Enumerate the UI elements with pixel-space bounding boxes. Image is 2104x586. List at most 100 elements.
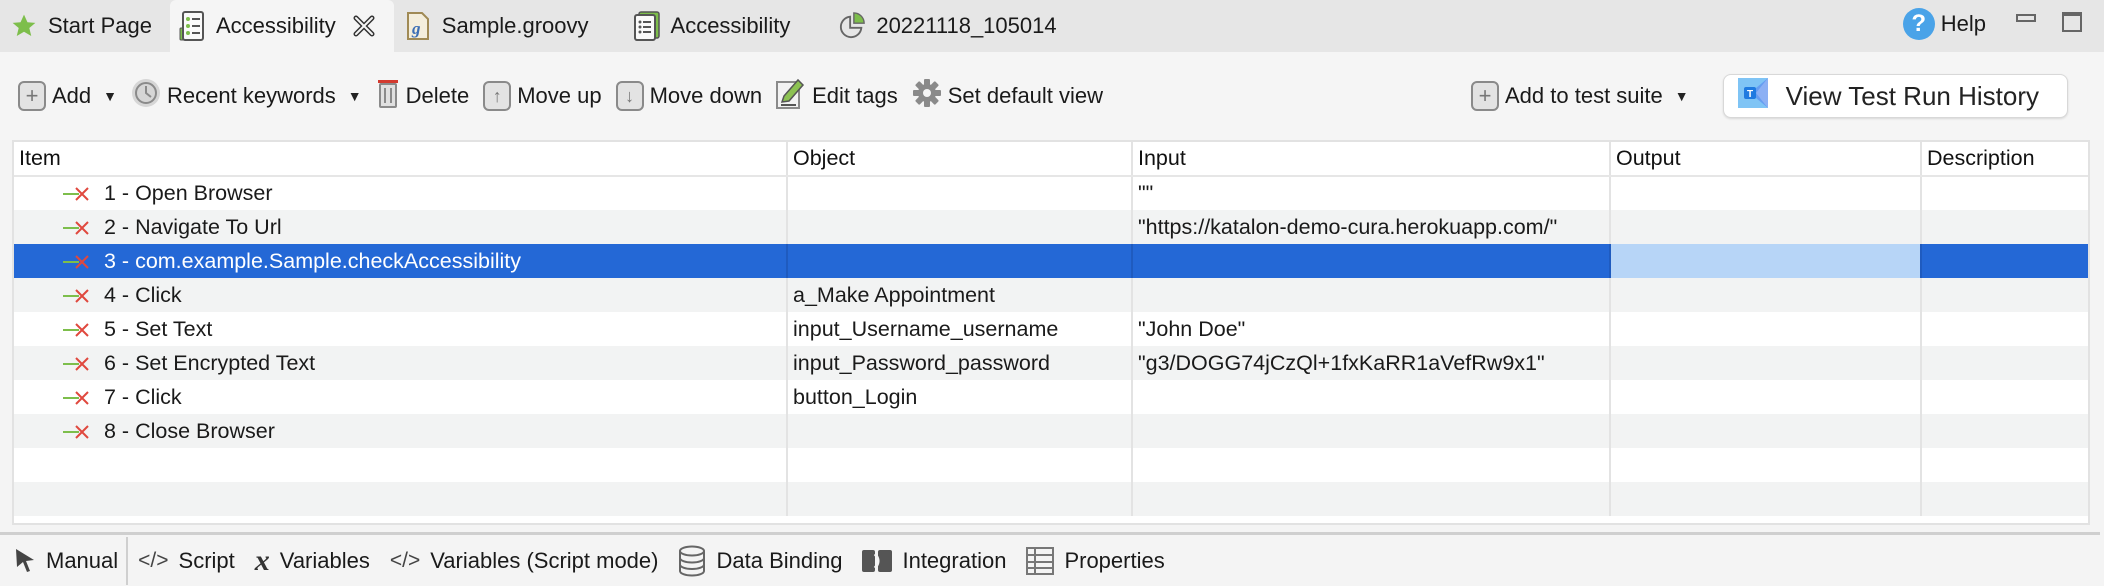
cell-input[interactable] [1131,380,1610,414]
column-header-input[interactable]: Input [1131,142,1610,177]
help-button[interactable]: ? Help [1902,0,2016,48]
tab-manual[interactable]: Manual [12,537,129,585]
tab-properties[interactable]: Properties [1016,537,1174,585]
svg-text:T: T [1747,89,1753,100]
tab-label: Integration [902,548,1007,573]
cell-text: "" [1138,181,1154,205]
tab-variables[interactable]: x Variables [245,537,380,585]
table-row[interactable]: 4 - Click a_Make Appointment [14,278,2088,312]
cell-item[interactable]: 8 - Close Browser [14,414,787,448]
cell-description[interactable] [1920,346,2088,380]
cell-object[interactable] [786,210,1132,244]
cell-description[interactable] [1920,380,2088,414]
set-default-view-button[interactable]: Set default view [912,78,1103,114]
disabled-step-icon [62,288,92,304]
move-up-button[interactable]: ↑ Move up [483,81,602,111]
cell-input[interactable]: "John Doe" [1131,312,1610,346]
cell-item[interactable]: 6 - Set Encrypted Text [14,346,787,380]
cell-item[interactable]: 3 - com.example.Sample.checkAccessibilit… [14,244,787,278]
cell-output[interactable] [1609,244,1921,278]
cell-text: 7 - Click [104,384,182,409]
cell-output[interactable] [1609,210,1921,244]
cell-output[interactable] [1609,346,1921,380]
table-row[interactable]: 6 - Set Encrypted Text input_Password_pas… [14,346,2088,380]
cell-output[interactable] [1609,414,1921,448]
tab-sample-groovy[interactable]: g Sample.groovy [394,0,607,52]
table-row[interactable]: 1 - Open Browser "" [14,176,2088,210]
move-down-button[interactable]: ↓ Move down [615,81,762,111]
chevron-down-icon[interactable]: ▼ [1675,88,1689,104]
column-header-item[interactable]: Item [14,142,787,177]
edit-tags-button[interactable]: Edit tags [776,77,898,115]
cell-description[interactable] [1920,414,2088,448]
cell-object[interactable]: input_Username_username [786,312,1132,346]
cell-object[interactable]: input_Password_password [786,346,1132,380]
cell-text: input_Username_username [793,316,1059,341]
tab-accessibility-test-suite[interactable]: Accessibility [607,0,809,52]
cell-item[interactable]: 7 - Click [14,380,787,414]
recent-keywords-label: Recent keywords [167,83,336,108]
tab-label: Start Page [48,13,152,38]
empty-cell [1131,482,1610,516]
code-icon: </> [389,549,421,572]
table-row[interactable]: 5 - Set Text input_Username_username "John… [14,312,2088,346]
cell-input[interactable] [1131,414,1610,448]
cell-output[interactable] [1609,176,1921,210]
empty-cell [1131,448,1610,482]
cell-description[interactable] [1920,210,2088,244]
column-header-description[interactable]: Description [1920,142,2088,177]
cell-description[interactable] [1920,244,2088,278]
table-row[interactable]: 2 - Navigate To Url "https://katalon-demo… [14,210,2088,244]
chevron-down-icon[interactable]: ▼ [348,88,362,104]
cell-output[interactable] [1609,312,1921,346]
tab-start-page[interactable]: Start Page [0,0,170,52]
cell-text: 4 - Click [104,282,182,307]
column-header-object[interactable]: Object [786,142,1132,177]
cell-output[interactable] [1609,278,1921,312]
table-row[interactable]: 8 - Close Browser [14,414,2088,448]
cell-input[interactable] [1131,278,1610,312]
plus-icon: + [1471,81,1499,111]
tab-report-20221118[interactable]: 20221118_105014 [808,0,1074,52]
cell-item[interactable]: 4 - Click [14,278,787,312]
trash-icon [376,77,400,115]
cell-text: button_Login [793,384,918,409]
tab-data-binding[interactable]: Data Binding [668,537,852,585]
cell-object[interactable] [786,244,1132,278]
minimize-icon[interactable] [2016,14,2036,22]
tab-script[interactable]: </> Script [128,537,245,585]
cell-input[interactable]: "g3/DOGG74jCzQl+1fxKaRR1aVefRw9x1" [1131,346,1610,380]
maximize-icon[interactable] [2062,12,2082,32]
cell-text: 1 - Open Browser [104,181,273,205]
view-test-run-history-label: View Test Run History [1785,80,2039,111]
cell-object[interactable] [786,176,1132,210]
tab-accessibility-test-case[interactable]: Accessibility [169,0,394,52]
view-test-run-history-button[interactable]: T View Test Run History [1722,74,2068,118]
recent-keywords-button[interactable]: Recent keywords ▼ [131,78,362,114]
add-button[interactable]: + Add ▼ [18,81,117,111]
cell-output[interactable] [1609,380,1921,414]
table-row[interactable]: 3 - com.example.Sample.checkAccessibilit… [14,244,2088,278]
column-header-output[interactable]: Output [1609,142,1921,177]
cell-input[interactable]: "https://katalon-demo-cura.herokuapp.com… [1131,210,1610,244]
cell-item[interactable]: 5 - Set Text [14,312,787,346]
cell-object[interactable]: a_Make Appointment [786,278,1132,312]
delete-button[interactable]: Delete [376,77,469,115]
cell-object[interactable] [786,414,1132,448]
close-tab-icon[interactable] [352,14,376,38]
cell-input[interactable] [1131,244,1610,278]
cell-description[interactable] [1920,176,2088,210]
tab-variables-script-mode[interactable]: </> Variables (Script mode) [380,537,669,585]
chevron-down-icon[interactable]: ▼ [103,88,117,104]
cell-item[interactable]: 2 - Navigate To Url [14,210,787,244]
cell-input[interactable]: "" [1131,176,1610,210]
groovy-file-icon: g [404,12,432,40]
table-row[interactable]: 7 - Click button_Login [14,380,2088,414]
cell-description[interactable] [1920,312,2088,346]
tab-integration[interactable]: Integration [852,537,1016,585]
cell-description[interactable] [1920,278,2088,312]
cell-object[interactable]: button_Login [786,380,1132,414]
cell-item[interactable]: 1 - Open Browser [14,176,787,210]
tab-label: Variables [279,548,370,573]
add-to-test-suite-button[interactable]: + Add to test suite ▼ [1471,81,1689,111]
